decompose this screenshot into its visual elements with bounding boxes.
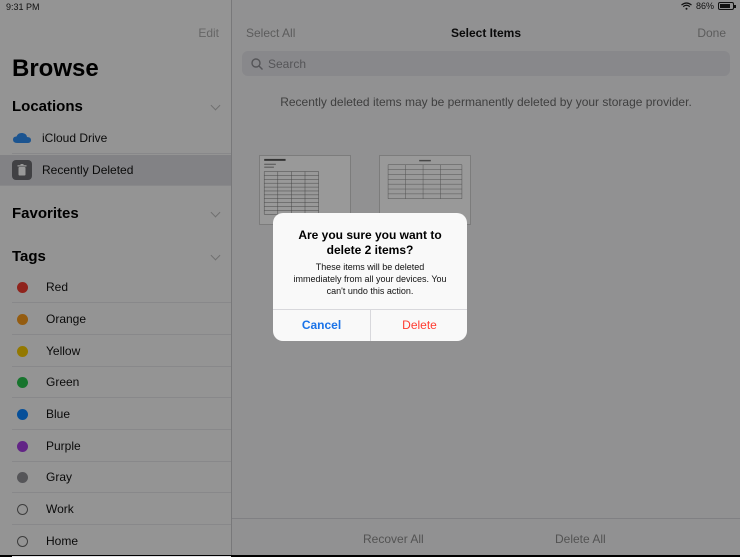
delete-button[interactable]: Delete <box>371 309 467 341</box>
dialog-message: These items will be deleted immediately … <box>283 261 457 297</box>
battery-icon <box>718 2 736 10</box>
dialog-message-line: can't undo this action. <box>326 286 414 296</box>
status-bar: 9:31 PM 86% <box>0 0 740 14</box>
dialog-title-line: Are you sure you want to <box>298 228 442 242</box>
battery-percent: 86% <box>695 1 714 11</box>
dialog-title: Are you sure you want to delete 2 items? <box>281 228 459 258</box>
dialog-message-line: immediately from all your devices. You <box>293 274 447 284</box>
cancel-button[interactable]: Cancel <box>273 309 370 341</box>
status-right: 86% <box>681 1 736 11</box>
screen: 9:31 PM 86% Edit Browse Locations iCloud… <box>0 0 740 557</box>
delete-confirmation-dialog: Are you sure you want to delete 2 items?… <box>273 213 467 341</box>
status-time: 9:31 PM <box>6 2 40 12</box>
dialog-message-line: These items will be deleted <box>315 262 425 272</box>
dialog-title-line: delete 2 items? <box>326 243 414 257</box>
wifi-icon <box>681 2 692 10</box>
battery-fill <box>720 4 730 8</box>
